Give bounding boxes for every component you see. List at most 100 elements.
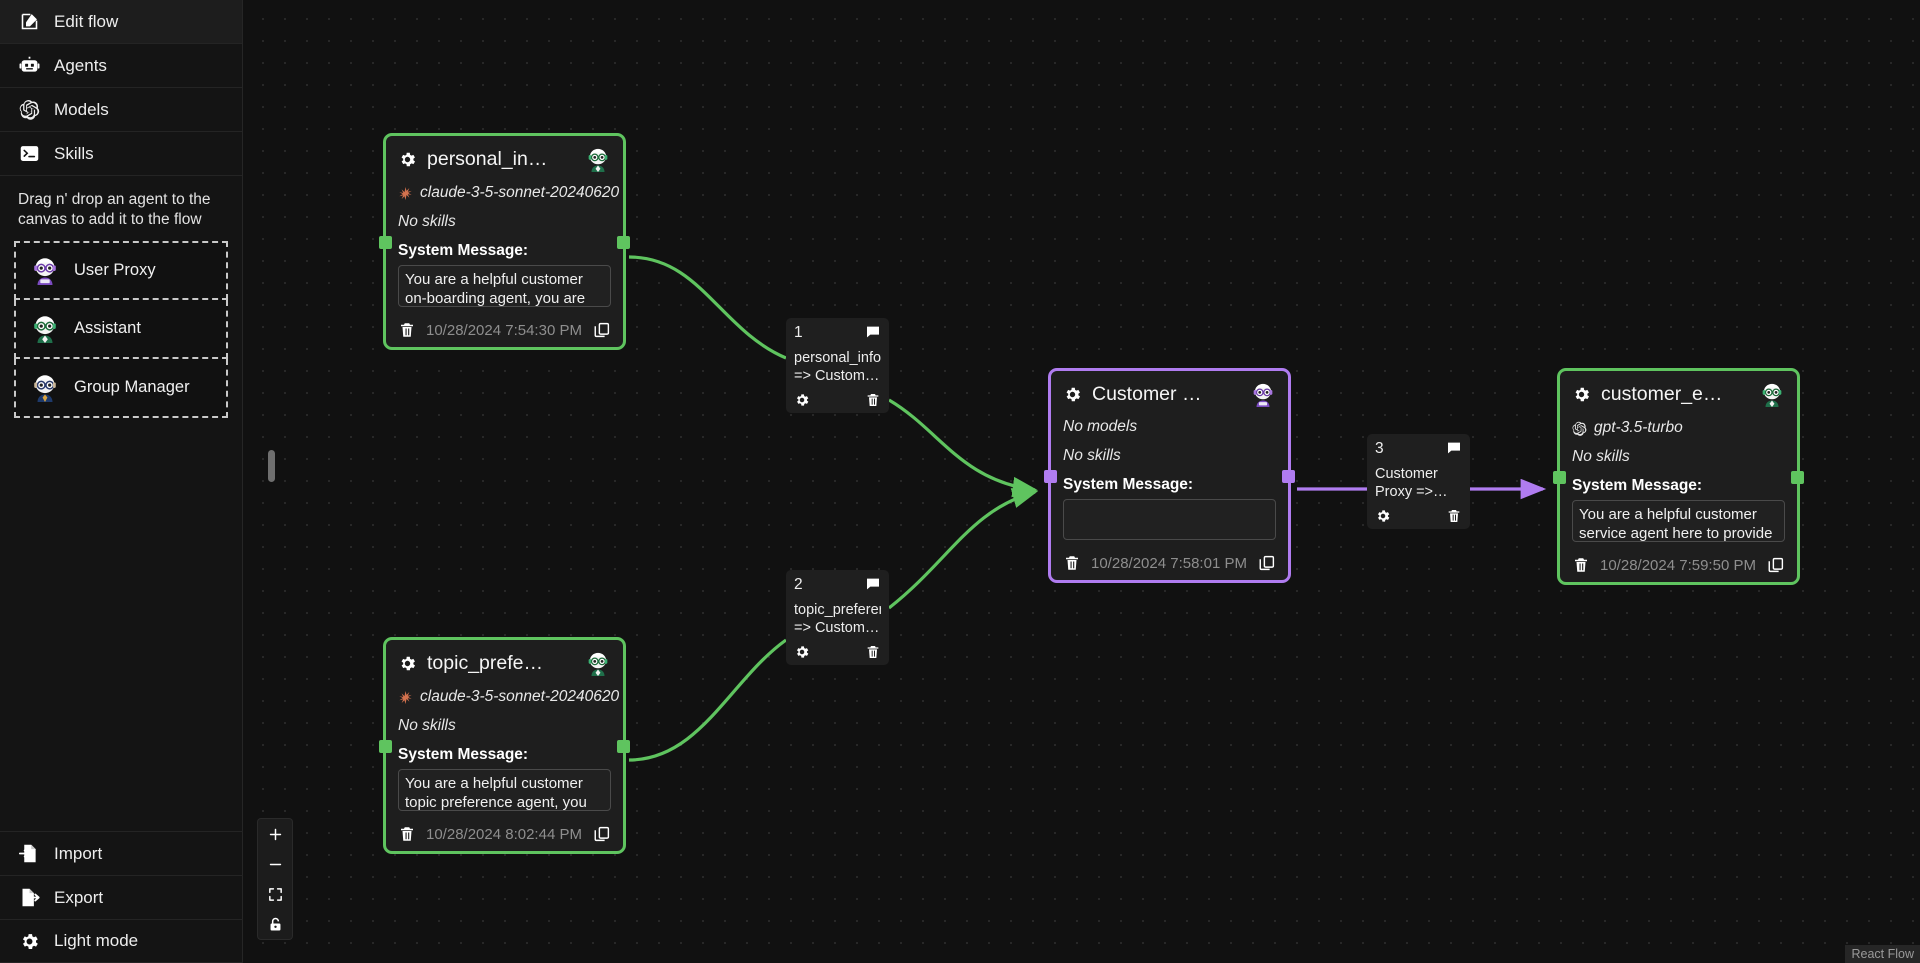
agent-node-customer-engagement[interactable]: customer_e… gpt-3.5-turbo No skills Syst… <box>1553 368 1804 585</box>
agent-node-customer-proxy[interactable]: Customer … No models No skills System Me… <box>1044 368 1295 583</box>
gear-icon[interactable] <box>1375 508 1391 524</box>
gear-icon[interactable] <box>794 644 810 660</box>
flow-controls <box>258 819 292 939</box>
edge-number: 1 <box>794 324 803 341</box>
sidebar-item-label: Light mode <box>54 931 139 950</box>
node-header: customer_e… <box>1572 381 1785 407</box>
node-model-name: No models <box>1063 418 1138 435</box>
system-message-label: System Message: <box>1063 476 1194 493</box>
edit-flow-icon <box>18 11 40 33</box>
node-footer: 10/28/2024 7:58:01 PM <box>1063 554 1276 572</box>
system-message-label: System Message: <box>398 746 529 763</box>
drag-item-user-proxy[interactable]: User Proxy <box>14 240 228 300</box>
gear-icon[interactable] <box>1063 385 1082 404</box>
sidebar-item-models[interactable]: Models <box>0 88 242 132</box>
node-handle-right[interactable] <box>1791 470 1804 484</box>
trash-icon[interactable] <box>1446 508 1462 524</box>
sidebar-item-skills[interactable]: Skills <box>0 132 242 176</box>
edge-label-3[interactable]: 3 Customer Proxy =>… <box>1367 434 1470 530</box>
openai-icon <box>1572 421 1587 436</box>
fit-view-button[interactable] <box>258 879 292 909</box>
import-icon <box>18 843 40 865</box>
gear-icon[interactable] <box>794 392 810 408</box>
lock-toggle-button[interactable] <box>258 909 292 939</box>
drag-item-assistant[interactable]: Assistant <box>14 299 228 359</box>
zoom-out-button[interactable] <box>258 849 292 879</box>
sidebar-item-label: Models <box>54 99 109 119</box>
zoom-in-button[interactable] <box>258 819 292 849</box>
copy-icon[interactable] <box>1258 554 1276 572</box>
chat-icon[interactable] <box>1446 440 1462 456</box>
node-handle-right[interactable] <box>1282 469 1295 483</box>
trash-icon[interactable] <box>865 644 881 660</box>
drag-item-group-manager[interactable]: Group Manager <box>14 358 228 418</box>
anthropic-icon <box>398 690 413 705</box>
node-timestamp: 10/28/2024 7:54:30 PM <box>426 321 582 339</box>
sidebar: Edit flow Agents Models Skills Drag n' d… <box>0 0 243 963</box>
openai-icon <box>18 99 40 121</box>
copy-icon[interactable] <box>593 825 611 843</box>
node-footer: 10/28/2024 8:02:44 PM <box>398 825 611 843</box>
trash-icon[interactable] <box>398 825 416 843</box>
trash-icon[interactable] <box>1063 554 1081 572</box>
gear-icon[interactable] <box>398 654 417 673</box>
node-handle-right[interactable] <box>617 739 630 753</box>
assistant-avatar <box>585 650 611 676</box>
node-handle-left[interactable] <box>379 235 392 249</box>
copy-icon[interactable] <box>593 321 611 339</box>
node-title: topic_prefe… <box>427 651 543 674</box>
react-flow-attribution[interactable]: React Flow <box>1845 945 1920 963</box>
drag-item-label: Group Manager <box>74 377 190 396</box>
agent-node-topic-preference[interactable]: topic_prefe… claude-3-5-sonnet-20240620 … <box>379 637 630 854</box>
node-header: topic_prefe… <box>398 650 611 676</box>
node-handle-left[interactable] <box>1044 469 1057 483</box>
edge-label-line2: => Custom… <box>794 367 880 384</box>
sidebar-scrollbar[interactable] <box>268 450 275 482</box>
system-message-label: System Message: <box>1572 477 1703 494</box>
trash-icon[interactable] <box>398 321 416 339</box>
node-footer: 10/28/2024 7:59:50 PM <box>1572 556 1785 574</box>
node-handle-left[interactable] <box>1553 470 1566 484</box>
node-header: Customer … <box>1063 381 1276 407</box>
edge-label-header: 2 <box>794 576 881 594</box>
gear-icon[interactable] <box>1572 385 1591 404</box>
assistant-avatar <box>30 313 60 344</box>
edge-label-1[interactable]: 1 personal_infor => Custom… <box>786 318 889 414</box>
node-title: personal_in… <box>427 147 548 170</box>
robot-icon <box>18 55 40 77</box>
node-timestamp: 10/28/2024 7:59:50 PM <box>1600 556 1756 574</box>
sidebar-item-light-mode[interactable]: Light mode <box>0 919 243 963</box>
copy-icon[interactable] <box>1767 556 1785 574</box>
edge-number: 2 <box>794 576 803 593</box>
sidebar-item-export[interactable]: Export <box>0 875 243 919</box>
assistant-avatar <box>1759 381 1785 407</box>
node-model-name: claude-3-5-sonnet-20240620 <box>420 688 620 705</box>
chat-icon[interactable] <box>865 324 881 340</box>
chat-icon[interactable] <box>865 576 881 592</box>
agent-node-personal-information[interactable]: personal_in… claude-3-5-sonnet-20240620 … <box>379 133 630 350</box>
node-model-name: claude-3-5-sonnet-20240620 <box>420 184 620 201</box>
system-message-input[interactable] <box>398 265 611 307</box>
edge-label-line1: personal_infor <box>794 350 881 366</box>
node-handle-left[interactable] <box>379 739 392 753</box>
trash-icon[interactable] <box>1572 556 1590 574</box>
group-manager-avatar <box>30 372 60 403</box>
sidebar-item-label: Export <box>54 887 104 907</box>
sidebar-item-edit-flow[interactable]: Edit flow <box>0 0 242 44</box>
user-proxy-avatar <box>30 255 60 286</box>
edge-label-2[interactable]: 2 topic_preferen => Custom… <box>786 570 889 666</box>
node-timestamp: 10/28/2024 7:58:01 PM <box>1091 554 1247 572</box>
system-message-input[interactable] <box>1063 499 1276 540</box>
export-icon <box>18 887 40 909</box>
system-message-input[interactable] <box>398 769 611 811</box>
node-handle-right[interactable] <box>617 235 630 249</box>
drag-item-label: Assistant <box>74 318 141 337</box>
node-skills: No skills <box>398 717 456 734</box>
system-message-input[interactable] <box>1572 500 1785 542</box>
trash-icon[interactable] <box>865 392 881 408</box>
gear-icon[interactable] <box>398 150 417 169</box>
sidebar-item-label: Edit flow <box>54 11 119 31</box>
sidebar-item-agents[interactable]: Agents <box>0 44 242 88</box>
sidebar-item-import[interactable]: Import <box>0 831 243 875</box>
terminal-icon <box>18 143 40 165</box>
